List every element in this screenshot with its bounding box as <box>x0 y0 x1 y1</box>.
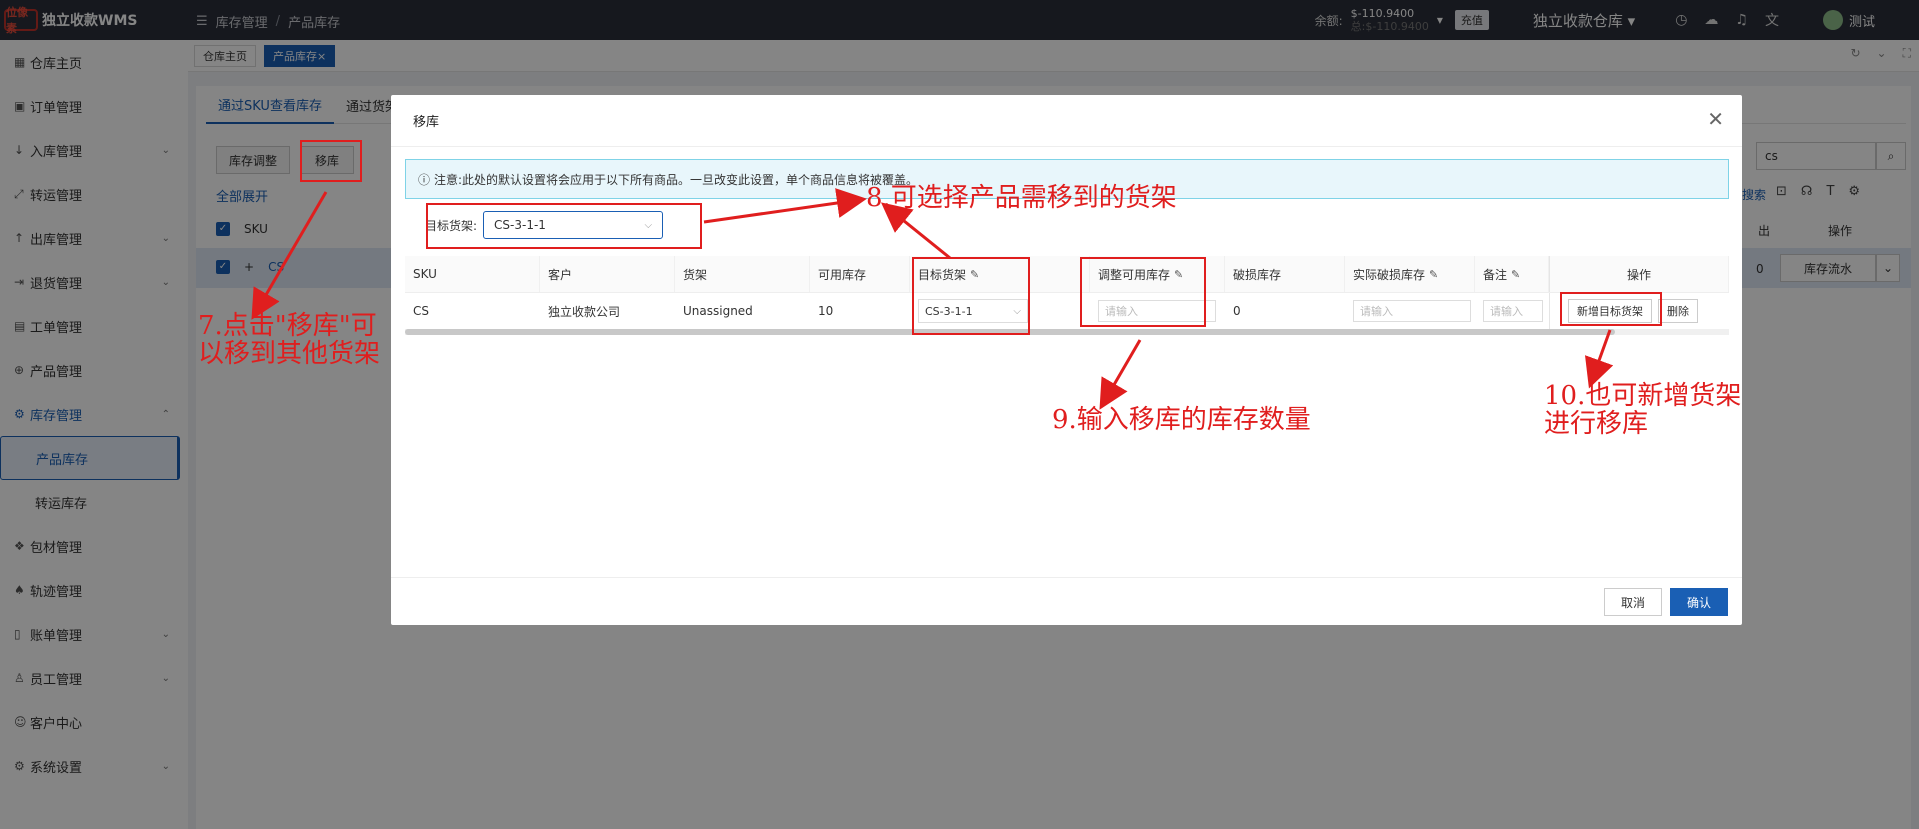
move-inventory-dialog: 移库 ✕ ⓘ 注意:此处的默认设置将会应用于以下所有商品。一旦改变此设置，单个商品… <box>391 95 1742 625</box>
cell-damaged: 0 <box>1233 304 1241 318</box>
cell-actual-damaged: 请输入 <box>1345 293 1475 329</box>
table-header-row: SKU 客户 货架 可用库存 目标货架 ✎ 调整可用库存 ✎ 破损库存 实际破损库存… <box>405 256 1729 293</box>
cell-shelf: Unassigned <box>683 304 753 318</box>
info-icon: ⓘ <box>418 172 431 187</box>
col-remark: 备注 ✎ <box>1475 256 1549 292</box>
annotation-step-7: 7.点击"移库"可 以移到其他货架 <box>198 311 381 369</box>
delete-button[interactable]: 删除 <box>1658 299 1698 323</box>
annotation-box-adjust <box>1080 257 1206 327</box>
remark-input[interactable]: 请输入 <box>1483 300 1543 322</box>
col-customer: 客户 <box>540 256 675 292</box>
dialog-header: 移库 <box>391 95 1742 147</box>
cell-remark: 请输入 <box>1475 293 1549 329</box>
horizontal-scrollbar[interactable] <box>405 329 1729 335</box>
annotation-box-target-shelf <box>426 203 702 249</box>
table-row: CS 独立收款公司 Unassigned 10 CS-3-1-1 ⌵ 请输入 0 … <box>405 293 1729 330</box>
move-table: SKU 客户 货架 可用库存 目标货架 ✎ 调整可用库存 ✎ 破损库存 实际破损库存… <box>405 256 1729 330</box>
col-shelf: 货架 <box>675 256 810 292</box>
cell-customer: 独立收款公司 <box>548 304 621 319</box>
close-icon[interactable]: ✕ <box>1707 107 1724 131</box>
col-available: 可用库存 <box>810 256 910 292</box>
edit-icon[interactable]: ✎ <box>1511 268 1520 281</box>
cell-sku: CS <box>413 304 429 318</box>
notice-text: 注意:此处的默认设置将会应用于以下所有商品。一旦改变此设置，单个商品信息将被覆盖… <box>434 172 919 187</box>
annotation-box-add-shelf <box>1560 292 1662 326</box>
edit-icon[interactable]: ✎ <box>1429 268 1438 281</box>
dialog-footer: 取消 确认 <box>391 577 1742 625</box>
dialog-title: 移库 <box>413 115 440 130</box>
cancel-button[interactable]: 取消 <box>1604 588 1662 616</box>
actual-damaged-input[interactable]: 请输入 <box>1353 300 1471 322</box>
annotation-step-8: 8.可选择产品需移到的货架 <box>866 183 1177 213</box>
col-damaged: 破损库存 <box>1225 256 1345 292</box>
confirm-button[interactable]: 确认 <box>1670 588 1728 616</box>
annotation-step-10: 10.也可新增货架 进行移库 <box>1544 381 1742 439</box>
col-sku: SKU <box>405 256 540 292</box>
col-actual-damaged: 实际破损库存 ✎ <box>1345 256 1475 292</box>
cell-available: 10 <box>818 304 834 318</box>
annotation-box-move <box>300 140 362 182</box>
col-actions: 操作 <box>1549 256 1729 292</box>
annotation-box-row-shelf <box>912 257 1030 335</box>
annotation-step-9: 9.输入移库的库存数量 <box>1052 405 1311 435</box>
